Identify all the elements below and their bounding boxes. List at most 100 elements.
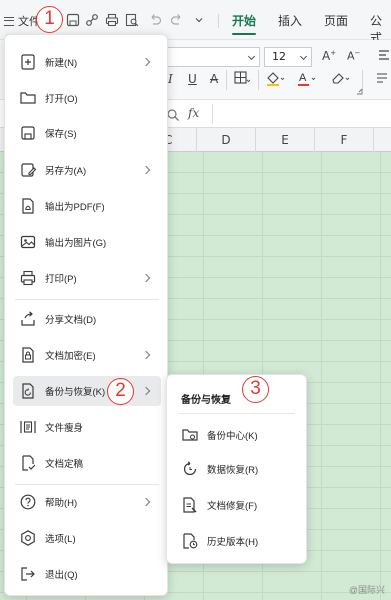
svg-text:A: A [299,72,307,84]
backup-center-icon [181,426,199,444]
decrease-font-icon[interactable]: A− [347,49,360,63]
submenu-item-doc-repair[interactable]: 文档修复(F) [177,491,301,519]
column-header-f[interactable]: F [315,128,374,152]
pdf-icon [19,197,37,215]
menu-item-new[interactable]: 新建(N) [13,47,161,77]
menu-item-save[interactable]: 保存(S) [13,118,161,148]
menu-item-label: 分享文档(D) [45,315,97,326]
active-tab-indicator [232,33,256,35]
exit-icon [19,565,37,583]
font-name-select[interactable] [168,47,260,67]
chevron-down-icon[interactable] [192,13,206,27]
menu-divider [15,299,159,300]
step-1-annotation: 1 [36,6,63,33]
menu-item-label: 帮助(H) [45,498,78,509]
menu-item-label: 选项(L) [45,534,76,545]
menu-item-label: 另存为(A) [45,166,87,177]
chevron-right-icon [141,497,151,507]
doc-repair-icon [181,496,199,514]
menu-item-save-as[interactable]: 另存为(A) [13,155,161,185]
step-2-annotation: 2 [107,378,134,405]
backup-restore-submenu: 备份与恢复 备份中心(K) 数据恢复(R) 文档修复(F) 历史版本(H) [166,374,307,564]
menu-item-label: 文档加密(E) [45,351,96,362]
hamburger-icon [4,16,14,26]
options-icon [19,529,37,547]
menu-item-export-pdf[interactable]: 输出为PDF(F) [13,191,161,221]
column-header-d[interactable]: D [197,128,256,152]
menu-item-slim-file[interactable]: 文件瘦身 [13,412,161,442]
underline-icon[interactable]: U [188,72,197,86]
menu-item-exit[interactable]: 退出(Q) [13,559,161,589]
menu-item-export-image[interactable]: 输出为图片(G) [13,227,161,257]
menu-item-share[interactable]: 分享文档(D) [13,304,161,334]
column-header-e[interactable]: E [256,128,315,152]
border-icon[interactable] [234,71,250,85]
clear-format-icon[interactable] [330,70,352,86]
tab-home[interactable]: 开始 [232,12,256,29]
lock-icon [19,346,37,364]
image-icon [19,233,37,251]
chevron-right-icon [141,165,151,175]
menu-item-encrypt[interactable]: 文档加密(E) [13,340,161,370]
print-icon[interactable] [105,13,119,27]
chevron-right-icon [141,386,151,396]
menu-item-label: 备份与恢复(K) [45,387,106,398]
menu-item-label: 文件瘦身 [45,423,84,434]
chevron-right-icon [141,273,151,283]
increase-font-icon[interactable]: A+ [322,49,336,63]
submenu-item-label: 备份中心(K) [207,431,258,442]
finalize-icon [19,454,37,472]
strikethrough-icon[interactable]: A [210,72,218,86]
formula-divider [212,104,213,124]
submenu-item-label: 历史版本(H) [207,537,259,548]
zoom-search-icon[interactable] [166,107,180,121]
save-icon [19,124,37,142]
function-icon[interactable]: fx [188,106,199,120]
menu-item-options[interactable]: 选项(L) [13,523,161,553]
submenu-item-data-recovery[interactable]: 数据恢复(R) [177,455,301,483]
tab-page[interactable]: 页面 [324,12,348,29]
print-preview-icon[interactable] [125,13,139,27]
menu-item-finalize[interactable]: 文档定稿 [13,448,161,478]
menu-item-label: 新建(N) [45,58,78,69]
menu-item-help[interactable]: 帮助(H) [13,487,161,517]
menu-divider [15,484,159,485]
data-recovery-icon [181,460,199,478]
italic-icon[interactable]: I [168,72,173,86]
chevron-right-icon [141,350,151,360]
toolbar-divider [218,14,219,28]
tab-insert[interactable]: 插入 [278,12,302,29]
open-folder-icon [19,89,37,107]
menu-item-label: 输出为图片(G) [45,238,107,249]
menu-item-backup-restore[interactable]: 备份与恢复(K) [13,376,161,406]
undo-icon[interactable] [148,13,162,27]
history-icon [181,532,199,550]
submenu-title: 备份与恢复 [181,395,231,406]
wrap-text-icon[interactable] [376,72,388,84]
font-size-select[interactable]: 12 [264,47,312,67]
submenu-item-label: 数据恢复(R) [207,465,259,476]
submenu-item-backup-center[interactable]: 备份中心(K) [177,421,301,449]
dialog-launcher-icon[interactable] [356,88,363,95]
menu-item-open[interactable]: 打开(O) [13,83,161,113]
save-icon[interactable] [66,13,80,27]
menu-item-label: 打开(O) [45,94,78,105]
fill-color-icon[interactable] [265,70,287,86]
menu-item-label: 保存(S) [45,129,77,140]
file-menu: 新建(N) 打开(O) 保存(S) 另存为(A) 输出为PDF(F) 输出为图片… [4,34,168,596]
step-3-annotation: 3 [242,376,269,403]
file-menu-button[interactable]: 文件 [4,10,40,32]
redo-icon[interactable] [170,13,184,27]
menu-item-label: 输出为PDF(F) [45,202,105,213]
help-icon [19,493,37,511]
share-link-icon[interactable] [85,13,99,27]
chevron-right-icon [141,57,151,67]
font-size-value: 12 [272,50,286,63]
new-icon [19,53,37,71]
print-icon [19,269,37,287]
align-icon[interactable] [378,48,390,62]
menu-item-print[interactable]: 打印(P) [13,263,161,293]
submenu-item-history[interactable]: 历史版本(H) [177,527,301,555]
font-color-icon[interactable]: A [296,70,318,86]
share-icon [19,310,37,328]
